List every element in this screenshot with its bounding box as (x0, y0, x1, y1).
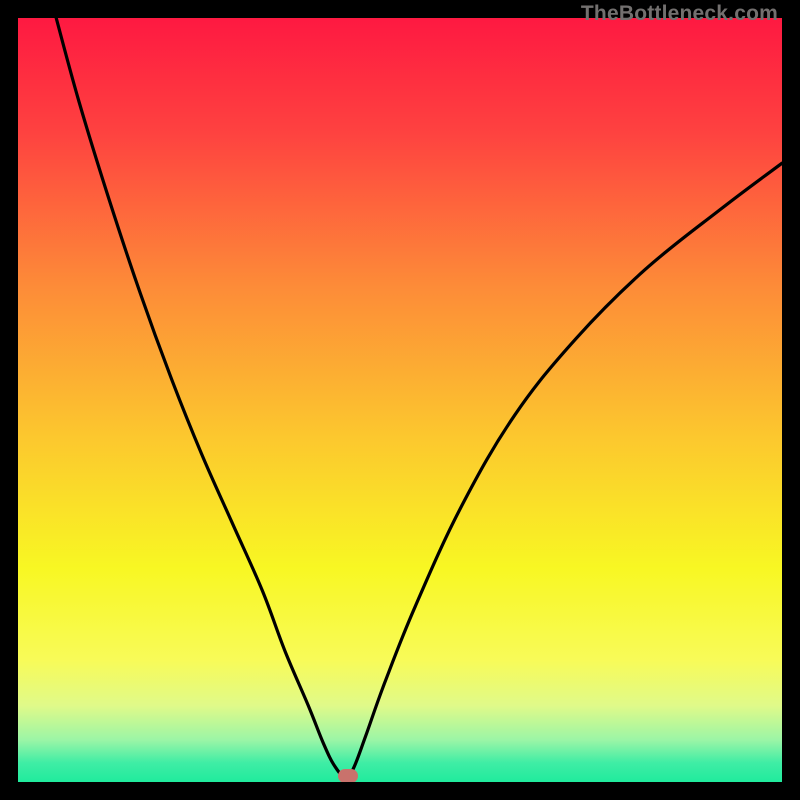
chart-stage: TheBottleneck.com (0, 0, 800, 800)
chart-frame (0, 0, 800, 800)
